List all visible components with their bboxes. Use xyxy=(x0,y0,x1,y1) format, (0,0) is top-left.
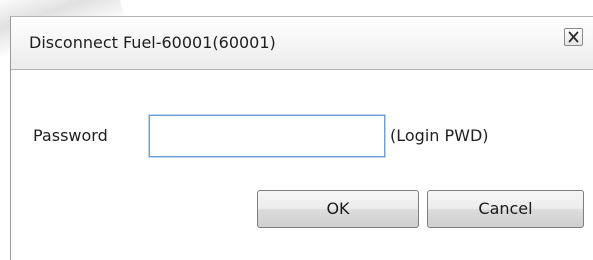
close-button[interactable] xyxy=(564,28,583,46)
cancel-button[interactable]: Cancel xyxy=(427,190,584,228)
password-label: Password xyxy=(33,126,108,145)
close-icon xyxy=(568,31,579,43)
password-input[interactable] xyxy=(148,114,386,158)
page: Disconnect Fuel-60001(60001) Password (L… xyxy=(0,0,593,260)
dialog-title: Disconnect Fuel-60001(60001) xyxy=(29,33,276,52)
dialog-titlebar: Disconnect Fuel-60001(60001) xyxy=(11,17,593,70)
password-hint: (Login PWD) xyxy=(390,126,489,145)
ok-button[interactable]: OK xyxy=(257,190,419,228)
disconnect-dialog: Disconnect Fuel-60001(60001) Password (L… xyxy=(10,16,593,260)
